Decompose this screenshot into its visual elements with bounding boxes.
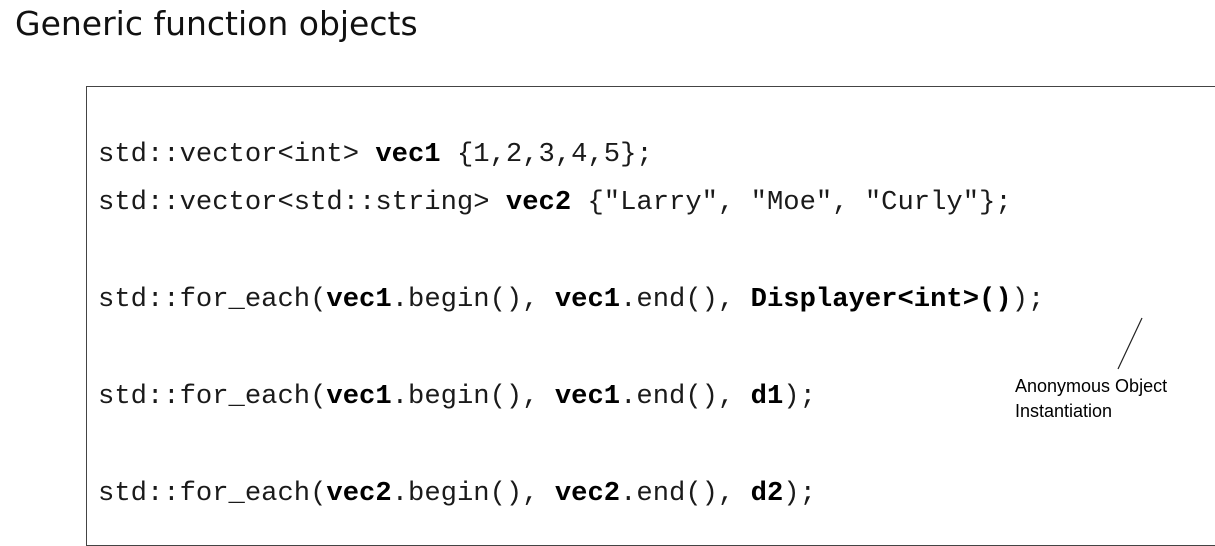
code-text: ); bbox=[783, 381, 816, 412]
code-identifier: vec1 bbox=[554, 381, 621, 412]
code-text: std::vector<std::string> bbox=[98, 187, 506, 218]
code-text: ); bbox=[783, 478, 816, 509]
code-identifier: vec1 bbox=[375, 139, 441, 170]
code-identifier: Displayer<int>() bbox=[750, 284, 1012, 315]
code-text: .end(), bbox=[620, 284, 751, 315]
code-identifier: d2 bbox=[750, 478, 784, 509]
code-text: .begin(), bbox=[391, 284, 555, 315]
code-line-4: std::for_each(vec1.begin(), vec1.end(), … bbox=[98, 381, 816, 412]
code-identifier: vec2 bbox=[554, 478, 621, 509]
code-line-5: std::for_each(vec2.begin(), vec2.end(), … bbox=[98, 478, 816, 509]
annotation-line-2: Instantiation bbox=[1015, 401, 1113, 421]
code-identifier: vec1 bbox=[554, 284, 621, 315]
code-text: std::for_each( bbox=[98, 478, 327, 509]
code-identifier: vec2 bbox=[505, 187, 572, 218]
code-text: {"Larry", "Moe", "Curly"}; bbox=[571, 187, 1012, 218]
code-identifier: d1 bbox=[750, 381, 784, 412]
code-line-3: std::for_each(vec1.begin(), vec1.end(), … bbox=[98, 284, 1044, 315]
slide-title: Generic function objects bbox=[15, 4, 418, 43]
code-text: std::for_each( bbox=[98, 381, 327, 412]
code-text: .end(), bbox=[620, 478, 751, 509]
annotation-line-1: Anonymous Object bbox=[1015, 376, 1168, 396]
code-line-2: std::vector<std::string> vec2 {"Larry", … bbox=[98, 187, 1012, 218]
code-text: .begin(), bbox=[391, 381, 555, 412]
code-text: std::vector<int> bbox=[98, 139, 376, 170]
code-identifier: vec2 bbox=[326, 478, 392, 509]
code-text: .end(), bbox=[620, 381, 751, 412]
code-identifier: vec1 bbox=[326, 381, 392, 412]
code-text: .begin(), bbox=[391, 478, 555, 509]
code-text: std::for_each( bbox=[98, 284, 327, 315]
code-line-1: std::vector<int> vec1 {1,2,3,4,5}; bbox=[98, 139, 653, 170]
annotation-callout: Anonymous Object Instantiation bbox=[1015, 374, 1167, 424]
code-text: {1,2,3,4,5}; bbox=[440, 139, 653, 170]
code-identifier: vec1 bbox=[326, 284, 392, 315]
code-text: ); bbox=[1011, 284, 1045, 315]
